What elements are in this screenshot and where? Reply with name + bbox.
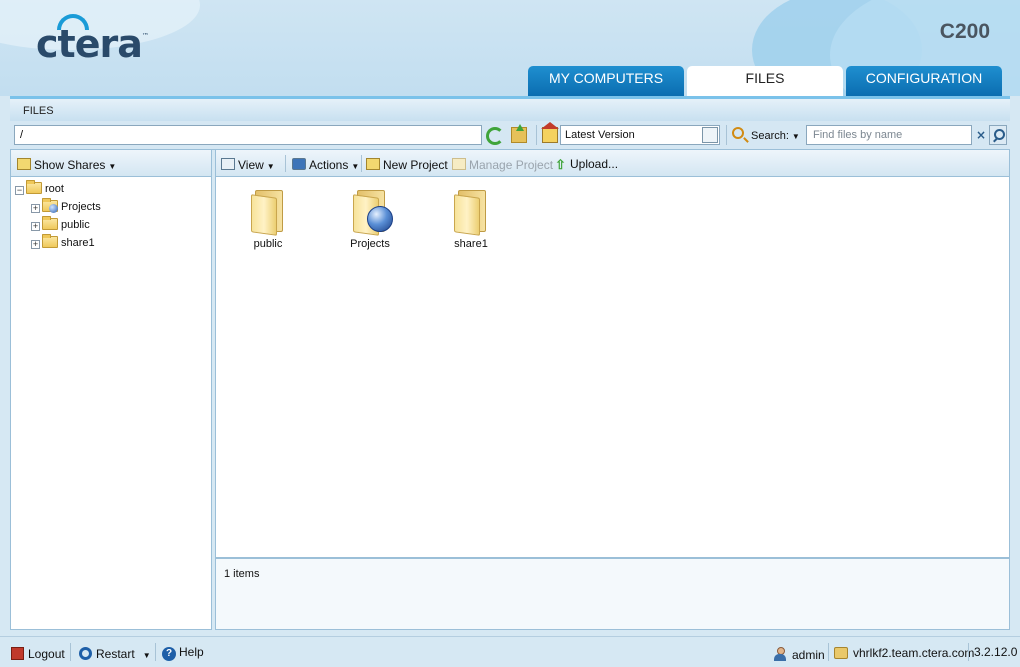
footer-separator [155, 643, 156, 661]
device-hostname: vhrlkf2.team.ctera.com [834, 645, 974, 660]
device-model: C200 [939, 20, 990, 43]
ctera-logo: ctera™ [36, 22, 149, 66]
logout-button[interactable]: Logout [11, 645, 65, 661]
expand-icon[interactable]: + [31, 204, 40, 213]
globe-icon [49, 204, 58, 213]
refresh-icon[interactable] [486, 127, 504, 145]
folder-icon [454, 190, 488, 236]
tree-node-public[interactable]: + public [15, 216, 101, 234]
path-input[interactable] [14, 125, 482, 145]
current-user: admin [774, 645, 825, 662]
shares-icon [17, 158, 31, 170]
version-value: Latest Version [565, 129, 635, 141]
tree-node-projects[interactable]: + Projects [15, 198, 101, 216]
folder-icon [42, 216, 58, 230]
toolbar-separator [361, 155, 362, 172]
file-item-label: Projects [350, 238, 390, 250]
new-project-button[interactable]: New Project [366, 157, 448, 172]
folder-tree: − root + Projects + public + share1 [15, 180, 101, 252]
folder-icon [42, 234, 58, 248]
view-icon [221, 158, 235, 170]
device-icon [834, 647, 848, 659]
tree-toolbar: Show Shares ▼ [11, 150, 211, 177]
search-icon [732, 127, 744, 139]
footer-separator [70, 643, 71, 661]
new-project-icon [366, 158, 380, 170]
view-dropdown[interactable]: View ▼ [221, 157, 275, 172]
project-folder-icon [353, 190, 393, 236]
calendar-icon[interactable] [702, 127, 718, 143]
file-browser-panel: View ▼ Actions ▼ New Project Manage Projec… [215, 150, 1010, 558]
footer-separator [828, 643, 829, 661]
manage-project-button[interactable]: Manage Project [452, 157, 553, 172]
toolbar-separator [285, 155, 286, 172]
file-toolbar: View ▼ Actions ▼ New Project Manage Projec… [216, 150, 1009, 177]
tree-node-label: public [61, 219, 90, 231]
collapse-icon[interactable]: − [15, 186, 24, 195]
project-folder-icon [42, 198, 58, 213]
tab-my-computers[interactable]: MY COMPUTERS [528, 66, 684, 96]
tab-files[interactable]: FILES [687, 66, 843, 96]
tree-node-label: root [45, 183, 64, 195]
footer-separator [968, 643, 969, 661]
restart-icon [79, 647, 92, 660]
logout-icon [11, 647, 24, 660]
app-header: ctera™ C200 MY COMPUTERS FILES CONFIGURA… [0, 0, 1020, 96]
section-title-bar: FILES [10, 96, 1010, 121]
search-go-button[interactable] [989, 125, 1007, 145]
file-item-share1[interactable]: share1 [431, 190, 511, 250]
firmware-version: 3.2.12.0 [974, 645, 1018, 659]
details-pane: 1 items [215, 558, 1010, 630]
file-item-label: share1 [454, 238, 488, 250]
search-mode-dropdown[interactable]: Search: ▼ [751, 130, 800, 142]
tree-node-label: share1 [61, 237, 95, 249]
restart-dropdown[interactable]: Restart ▼ [79, 645, 151, 661]
tree-node-label: Projects [61, 201, 101, 213]
file-item-public[interactable]: public [228, 190, 308, 250]
toolbar-separator [536, 125, 537, 145]
folder-icon [251, 190, 285, 236]
tree-node-root[interactable]: − root [15, 180, 101, 198]
version-home-icon [541, 122, 559, 143]
status-footer: Logout Restart ▼ ? Help admin vhrlkf2.team… [0, 636, 1020, 667]
upload-button[interactable]: ⇧ Upload... [555, 157, 618, 171]
help-icon: ? [162, 647, 176, 661]
file-item-projects[interactable]: Projects [330, 190, 410, 250]
upload-arrow-icon: ⇧ [555, 157, 566, 172]
clear-search-icon[interactable]: × [974, 127, 988, 143]
folder-up-icon[interactable] [511, 124, 527, 143]
expand-icon[interactable]: + [31, 222, 40, 231]
manage-project-icon [452, 158, 466, 170]
tree-node-share1[interactable]: + share1 [15, 234, 101, 252]
tab-configuration[interactable]: CONFIGURATION [846, 66, 1002, 96]
show-shares-dropdown[interactable]: Show Shares ▼ [17, 157, 116, 172]
version-select[interactable]: Latest Version [560, 125, 720, 145]
help-button[interactable]: ? Help [162, 645, 204, 661]
path-toolbar: Latest Version Search:▼ × [10, 121, 1010, 150]
folder-tree-panel: Show Shares ▼ − root + Projects + public + sh… [10, 150, 212, 630]
expand-icon[interactable]: + [31, 240, 40, 249]
section-title: FILES [23, 105, 54, 117]
actions-gear-icon [292, 158, 306, 170]
search-input[interactable] [806, 125, 972, 145]
folder-icon [26, 180, 42, 194]
user-icon [774, 647, 786, 661]
globe-icon [367, 206, 393, 232]
toolbar-separator [726, 125, 727, 145]
actions-dropdown[interactable]: Actions ▼ [292, 157, 359, 172]
file-item-label: public [253, 238, 283, 250]
item-count: 1 items [224, 568, 260, 580]
